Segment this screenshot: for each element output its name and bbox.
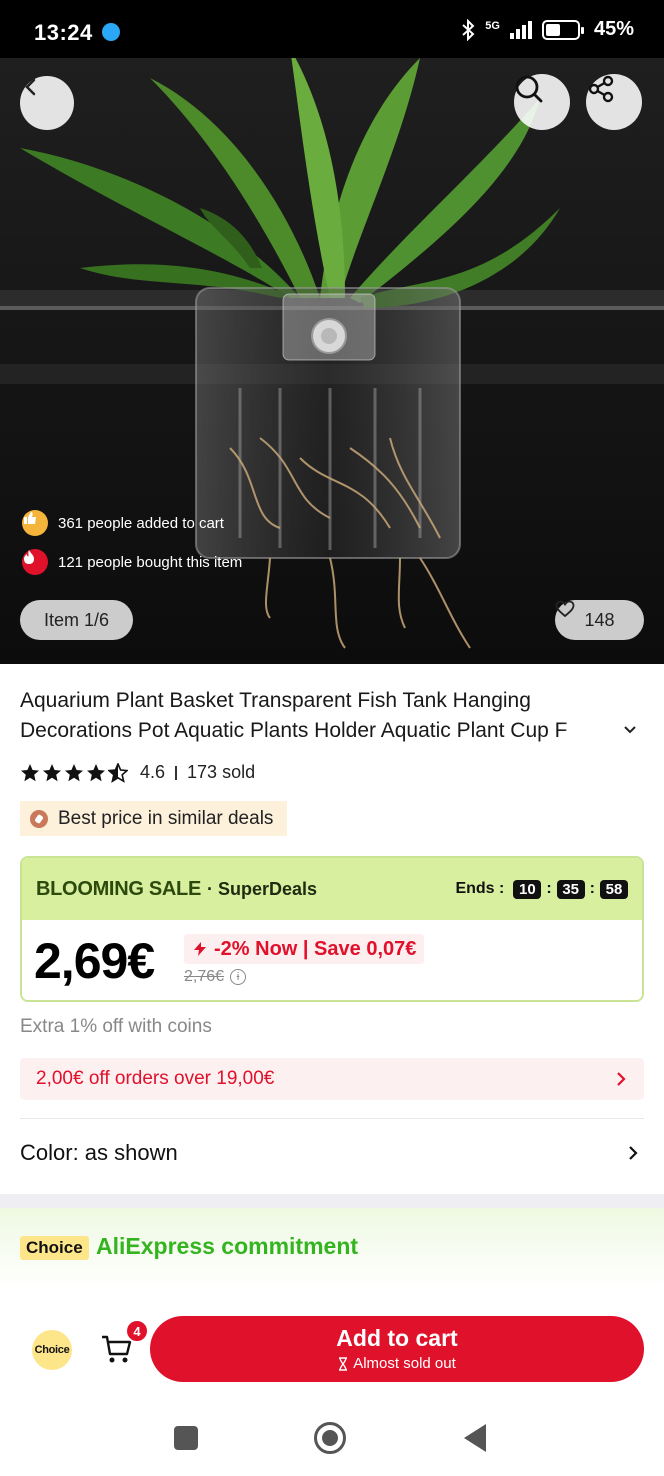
wishlist-button[interactable]: 148 — [555, 600, 644, 640]
item-counter: Item 1/6 — [20, 600, 133, 640]
best-price-badge: Best price in similar deals — [20, 801, 288, 836]
search-icon — [515, 75, 543, 103]
sale-price-card: BLOOMING SALE · SuperDeals Ends : 10 : 3… — [20, 856, 644, 1002]
star-icon — [43, 763, 61, 781]
home-button[interactable] — [314, 1422, 346, 1454]
sale-name: BLOOMING SALE — [36, 877, 201, 900]
rating-row[interactable]: 4.6 173 sold — [20, 762, 255, 783]
thumbs-up-icon — [22, 510, 48, 536]
add-to-cart-button[interactable]: Add to cart Almost sold out — [150, 1316, 644, 1382]
social-proof-added: 361 people added to cart — [22, 510, 224, 536]
original-price-value: 2,76€ — [184, 968, 225, 985]
status-time: 13:24 — [34, 20, 93, 45]
star-half-icon — [108, 762, 128, 783]
coins-offer: Extra 1% off with coins — [20, 1016, 212, 1037]
choice-tag: Choice — [20, 1236, 89, 1260]
coupon-text: 2,00€ off orders over 19,00€ — [36, 1068, 275, 1089]
countdown-hours: 10 — [513, 879, 542, 899]
best-price-text: Best price in similar deals — [58, 807, 274, 829]
share-button[interactable] — [586, 74, 642, 130]
hourglass-icon — [339, 1356, 348, 1371]
sale-countdown: Ends : 10 : 35 : 58 — [455, 879, 628, 899]
countdown-seconds: 58 — [600, 879, 628, 899]
star-icon — [65, 763, 83, 781]
recent-apps-button[interactable] — [174, 1426, 198, 1450]
share-icon — [588, 75, 614, 103]
signal-icon — [509, 20, 532, 39]
sold-count: 173 sold — [187, 762, 256, 782]
back-button[interactable] — [20, 76, 74, 130]
wishlist-count: 148 — [584, 609, 615, 630]
status-indicators: 5G 45% — [461, 18, 634, 41]
star-icon — [87, 763, 105, 781]
sale-subtitle: · SuperDeals — [207, 878, 318, 899]
sale-header: BLOOMING SALE · SuperDeals Ends : 10 : 3… — [22, 858, 642, 920]
chevron-right-icon — [617, 1072, 626, 1086]
ends-label: Ends : — [455, 880, 505, 897]
chevron-right-icon — [629, 1146, 638, 1160]
discount-badge: -2% Now | Save 0,07€ — [184, 934, 425, 964]
network-type: 5G — [485, 19, 500, 32]
heart-icon — [555, 600, 575, 618]
fire-icon — [22, 549, 48, 575]
coupon-row[interactable]: 2,00€ off orders over 19,00€ — [20, 1058, 644, 1100]
social-proof-added-text: 361 people added to cart — [58, 514, 224, 532]
info-icon[interactable]: i — [230, 969, 247, 985]
price-tag-icon — [30, 809, 48, 828]
cart-count-badge: 4 — [125, 1319, 149, 1343]
divider — [20, 1118, 644, 1119]
countdown-minutes: 35 — [556, 879, 585, 899]
expand-title-icon[interactable] — [622, 722, 638, 738]
bluetooth-icon — [462, 18, 475, 41]
status-bar: 13:24 5G 45% — [0, 0, 664, 58]
current-price: 2,69€ — [34, 933, 155, 989]
lightning-icon — [194, 942, 206, 956]
title-fade — [560, 716, 630, 746]
section-divider — [0, 1194, 664, 1208]
battery-level: 45% — [593, 18, 634, 40]
social-proof-bought: 121 people bought this item — [22, 549, 242, 575]
chevron-left-icon — [25, 78, 36, 96]
battery-icon — [541, 19, 584, 40]
app-notification-icon — [102, 23, 120, 41]
sale-price-body: 2,69€ -2% Now | Save 0,07€ 2,76€ i — [22, 920, 642, 1000]
social-proof-bought-text: 121 people bought this item — [58, 553, 243, 571]
rating-separator — [175, 765, 178, 780]
search-button[interactable] — [514, 74, 570, 130]
star-icon — [21, 763, 39, 781]
item-counter-text: Item 1/6 — [43, 609, 110, 630]
choice-store-button[interactable]: Choice — [32, 1330, 72, 1370]
color-selector[interactable]: Color: as shown — [20, 1140, 644, 1166]
stock-note: Almost sold out — [150, 1355, 644, 1372]
discount-text: -2% Now | Save 0,07€ — [214, 937, 417, 960]
add-to-cart-label: Add to cart — [336, 1325, 458, 1351]
product-title: Aquarium Plant Basket Transparent Fish T… — [20, 689, 568, 742]
stock-note-text: Almost sold out — [353, 1355, 456, 1372]
choice-store-label: Choice — [34, 1344, 70, 1356]
system-navigation-bar — [0, 1400, 664, 1476]
color-label: Color: as shown — [20, 1140, 178, 1165]
commitment-text: AliExpress commitment — [96, 1233, 359, 1259]
back-nav-button[interactable] — [464, 1424, 486, 1452]
rating-value: 4.6 — [140, 762, 166, 782]
original-price: 2,76€ i — [184, 968, 247, 986]
rating-stars — [20, 762, 128, 783]
product-image-gallery[interactable]: 361 people added to cart 121 people boug… — [0, 58, 664, 664]
